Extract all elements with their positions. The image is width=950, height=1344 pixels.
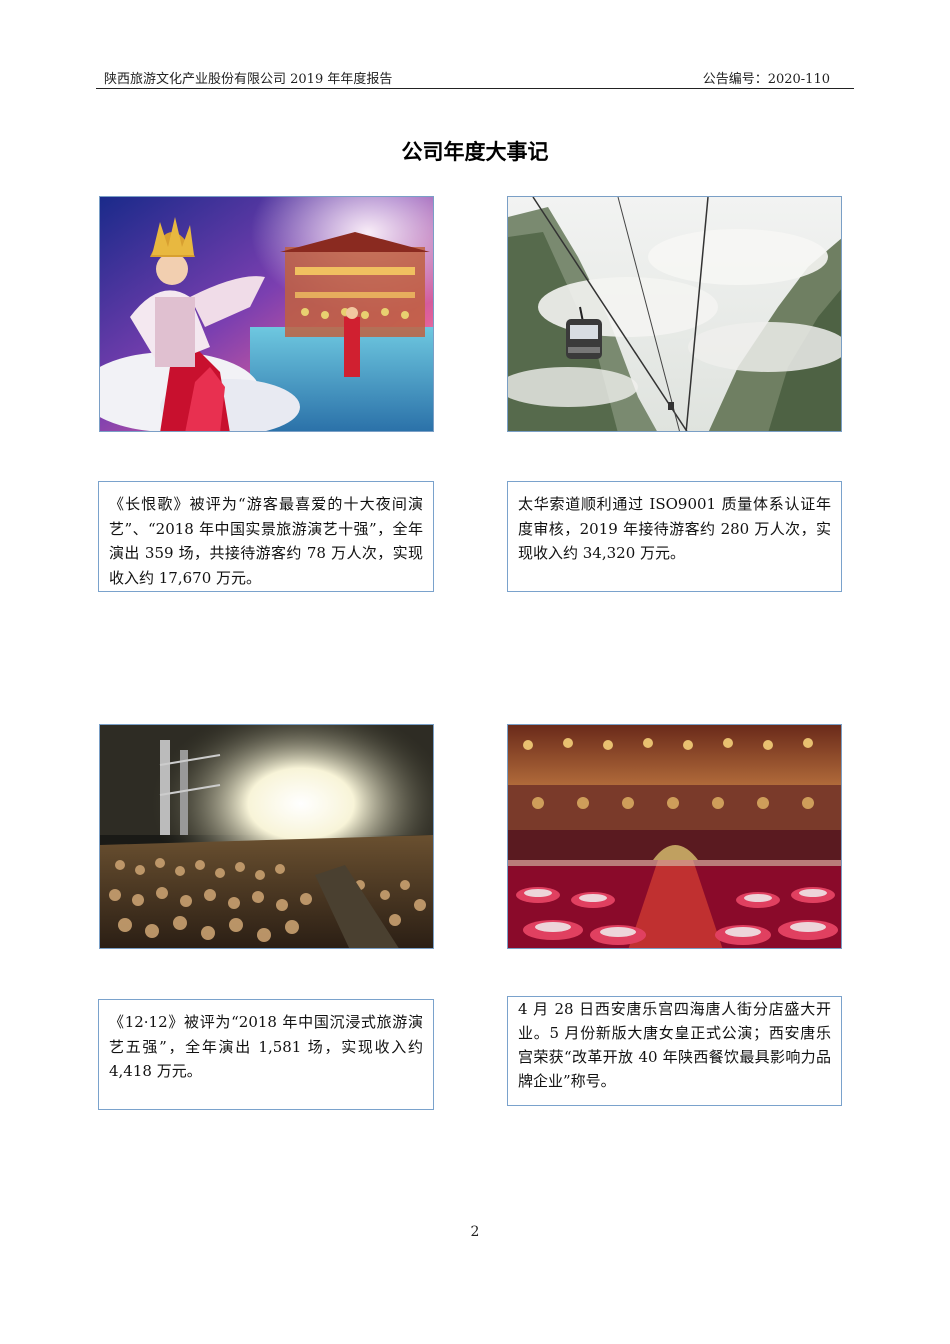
header-announcement-number: 公告编号：2020-110 [702, 72, 830, 87]
page-title: 公司年度大事记 [401, 140, 549, 164]
photo-changhenge-performance [99, 196, 434, 432]
page-number: 2 [470, 1224, 480, 1240]
photo-1212-theater [99, 724, 434, 949]
caption-1212: 《12·12》被评为“2018 年中国沉浸式旅游演艺五强”，全年演出 1,581… [98, 999, 434, 1110]
photo-huashan-cableway [507, 196, 842, 432]
caption-tang-palace: 4 月 28 日西安唐乐宫四海唐人街分店盛大开业。5 月份新版大唐女皇正式公演；… [507, 996, 842, 1106]
header-rule [96, 88, 854, 89]
caption-changhenge: 《长恨歌》被评为“游客最喜爱的十大夜间演艺”、“2018 年中国实景旅游演艺十强… [98, 481, 434, 592]
photo-tang-palace-hall [507, 724, 842, 949]
header-company-report: 陕西旅游文化产业股份有限公司 2019 年年度报告 [104, 72, 393, 87]
caption-huashan-cableway: 太华索道顺利通过 ISO9001 质量体系认证年度审核，2019 年接待游客约 … [507, 481, 842, 592]
